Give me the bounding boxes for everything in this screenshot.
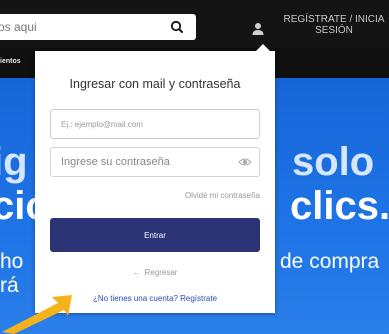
user-icon[interactable] bbox=[251, 22, 265, 36]
register-login-link[interactable]: REGÍSTRATE / INICIA SESIÓN bbox=[280, 14, 388, 36]
back-label: Regresar bbox=[144, 268, 178, 277]
password-field bbox=[50, 147, 260, 177]
password-input[interactable] bbox=[51, 148, 241, 176]
nav-item[interactable]: ientos bbox=[0, 58, 21, 65]
eye-icon[interactable] bbox=[238, 156, 252, 168]
search-icon bbox=[170, 20, 183, 33]
modal-title: Ingresar con mail y contraseña bbox=[69, 77, 241, 91]
hero-text-line2-right: clics. bbox=[290, 184, 389, 228]
email-input[interactable] bbox=[51, 110, 241, 138]
login-modal: Ingresar con mail y contraseña Olvidé mi… bbox=[35, 44, 275, 313]
arrow-left-icon: ← bbox=[132, 268, 141, 277]
modal-caret bbox=[256, 44, 270, 51]
email-field bbox=[50, 109, 260, 139]
search-button[interactable] bbox=[166, 17, 188, 37]
back-link[interactable]: ← Regresar bbox=[35, 268, 275, 277]
search-box bbox=[0, 14, 196, 40]
submit-button[interactable]: Entrar bbox=[50, 218, 260, 252]
hero-text-line1-right: solo bbox=[292, 140, 375, 184]
register-label-line2: SESIÓN bbox=[315, 25, 353, 36]
arrow-pointer-icon bbox=[2, 295, 72, 334]
search-input[interactable] bbox=[0, 14, 160, 40]
hero-text-line3-left: ho bbox=[0, 250, 24, 273]
forgot-password-link[interactable]: Olvidé mi contraseña bbox=[185, 191, 260, 200]
hero-text-line3-right: de compra bbox=[280, 250, 380, 273]
hero-text-line1-left: ig bbox=[0, 140, 28, 184]
register-label-line1: REGÍSTRATE / INICIA bbox=[283, 14, 385, 25]
top-bar: REGÍSTRATE / INICIA SESIÓN bbox=[0, 0, 389, 48]
